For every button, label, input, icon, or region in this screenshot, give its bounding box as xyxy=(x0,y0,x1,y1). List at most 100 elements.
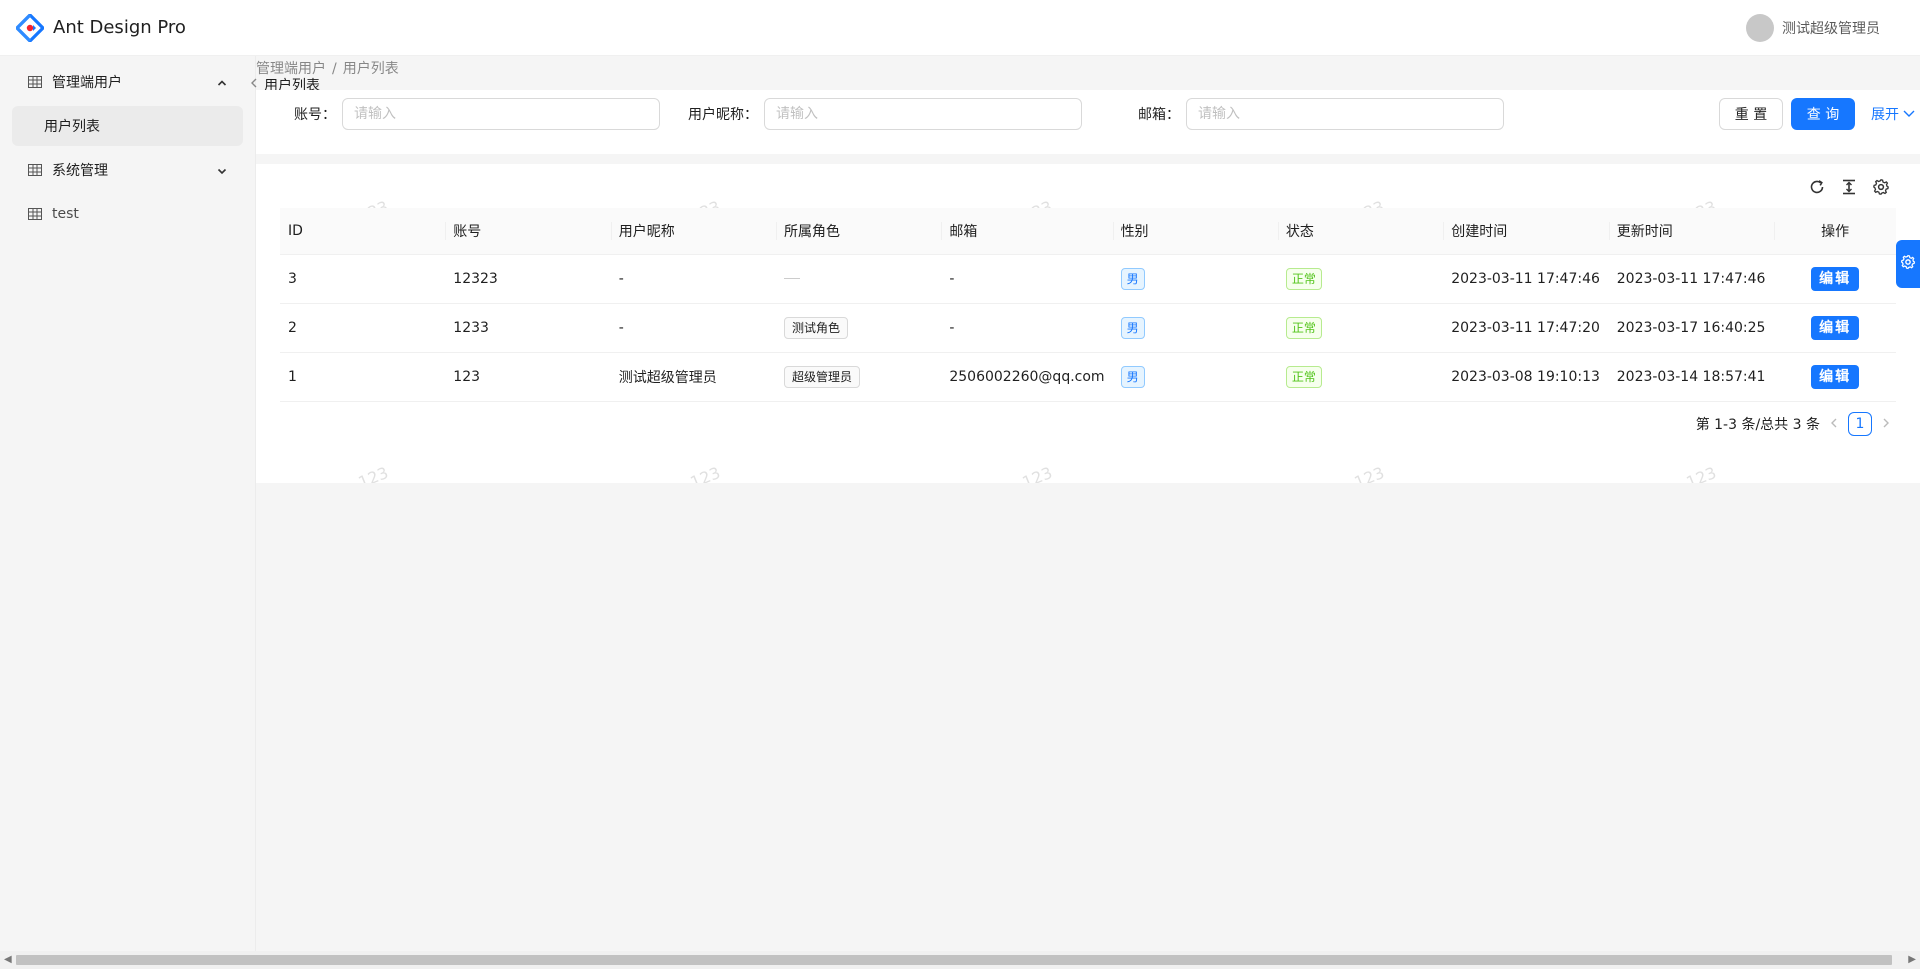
status-badge: 正常 xyxy=(1285,267,1322,290)
setting-icon[interactable] xyxy=(1872,178,1890,196)
horizontal-scrollbar[interactable]: ◀ ▶ xyxy=(0,951,1920,969)
watermark: 123 xyxy=(1019,462,1055,483)
email-search-field: 邮箱： xyxy=(1138,98,1504,130)
cell-gender: 男 xyxy=(1112,254,1278,304)
edit-button[interactable]: 编辑 xyxy=(1811,315,1860,340)
app-logo[interactable]: Ant Design Pro xyxy=(14,12,186,43)
sidebar-item-label: 用户列表 xyxy=(44,119,100,135)
user-menu[interactable]: 测试超级管理员 xyxy=(1746,14,1880,42)
expand-toggle[interactable]: 展开 xyxy=(1871,104,1915,124)
cell-updated: 2023-03-14 18:57:41 xyxy=(1608,352,1775,402)
cell-status: 正常 xyxy=(1277,254,1444,304)
cell-nickname: 测试超级管理员 xyxy=(610,352,776,402)
cell-account: 12323 xyxy=(445,254,611,304)
status-badge: 正常 xyxy=(1285,316,1322,339)
cell-email: - xyxy=(941,303,1113,353)
gender-tag: 男 xyxy=(1120,365,1145,388)
query-button[interactable]: 查 询 xyxy=(1791,98,1855,130)
cell-status: 正常 xyxy=(1277,352,1444,402)
role-tag: 超级管理员 xyxy=(784,365,861,388)
user-table: ID 账号 用户昵称 所属角色 邮箱 性别 状态 创建时间 更新时间 操作 3 … xyxy=(280,208,1896,402)
next-page-icon[interactable] xyxy=(1882,417,1890,431)
nickname-label: 用户昵称： xyxy=(688,107,758,123)
cell-id: 1 xyxy=(280,352,446,402)
cell-action: 编辑 xyxy=(1774,352,1896,402)
settings-drawer-handle[interactable] xyxy=(1896,240,1920,288)
table-toolbar xyxy=(1808,178,1890,196)
cell-email: - xyxy=(941,254,1113,304)
ant-design-logo-icon xyxy=(14,12,46,43)
edit-button[interactable]: 编辑 xyxy=(1811,364,1860,389)
column-header-nickname[interactable]: 用户昵称 xyxy=(610,208,776,255)
column-header-created[interactable]: 创建时间 xyxy=(1443,208,1609,255)
avatar[interactable] xyxy=(1746,14,1774,42)
nickname-search-field: 用户昵称： xyxy=(688,98,1082,130)
cell-status: 正常 xyxy=(1277,303,1444,353)
sidebar-item-admin-users[interactable]: 管理端用户 xyxy=(12,62,243,102)
column-header-status[interactable]: 状态 xyxy=(1277,208,1444,255)
table-card: 123 123 123 123 123 123 123 123 123 123 … xyxy=(256,164,1920,483)
cell-id: 3 xyxy=(280,254,446,304)
scrollbar-thumb[interactable] xyxy=(16,955,1892,965)
prev-page-icon[interactable] xyxy=(1830,417,1838,431)
reload-icon[interactable] xyxy=(1808,178,1826,196)
chevron-down-icon xyxy=(1903,106,1915,122)
email-input[interactable] xyxy=(1186,98,1504,130)
cell-action: 编辑 xyxy=(1774,254,1896,304)
sidebar-item-user-list[interactable]: 用户列表 xyxy=(12,106,243,146)
table-icon xyxy=(28,208,42,220)
role-tag: 测试角色 xyxy=(784,316,849,339)
cell-nickname: - xyxy=(610,303,776,353)
empty-role-placeholder xyxy=(784,278,800,279)
status-badge: 正常 xyxy=(1285,365,1322,388)
column-header-updated[interactable]: 更新时间 xyxy=(1608,208,1775,255)
cell-created: 2023-03-08 19:10:13 xyxy=(1443,352,1609,402)
table-icon xyxy=(28,76,42,88)
sidebar-item-label: 系统管理 xyxy=(52,163,108,179)
column-height-icon[interactable] xyxy=(1840,178,1858,196)
cell-action: 编辑 xyxy=(1774,303,1896,353)
reset-button[interactable]: 重 置 xyxy=(1719,98,1783,130)
cell-id: 2 xyxy=(280,303,446,353)
pagination: 第 1-3 条/总共 3 条 1 xyxy=(1696,412,1890,436)
chevron-up-icon xyxy=(217,76,227,92)
nickname-input[interactable] xyxy=(764,98,1082,130)
cell-role xyxy=(776,254,942,304)
column-header-account[interactable]: 账号 xyxy=(445,208,611,255)
column-header-role[interactable]: 所属角色 xyxy=(776,208,942,255)
search-form: 账号： 用户昵称： 邮箱： 重 置 查 询 展开 xyxy=(256,90,1920,154)
cell-gender: 男 xyxy=(1112,303,1278,353)
app-title: Ant Design Pro xyxy=(53,17,186,38)
cell-role: 超级管理员 xyxy=(776,352,942,402)
scroll-left-icon[interactable]: ◀ xyxy=(4,954,12,965)
top-header: Ant Design Pro 测试超级管理员 xyxy=(0,0,1920,56)
table-row: 2 1233 - 测试角色 - 男 正常 2023-03-11 17:47:20… xyxy=(280,303,1896,353)
column-header-gender[interactable]: 性别 xyxy=(1112,208,1278,255)
user-name: 测试超级管理员 xyxy=(1782,21,1880,37)
cell-updated: 2023-03-11 17:47:46 xyxy=(1608,254,1775,304)
cell-gender: 男 xyxy=(1112,352,1278,402)
column-header-action: 操作 xyxy=(1774,208,1896,255)
table-header-row: ID 账号 用户昵称 所属角色 邮箱 性别 状态 创建时间 更新时间 操作 xyxy=(280,208,1896,255)
gender-tag: 男 xyxy=(1120,316,1145,339)
sidebar-item-system-management[interactable]: 系统管理 xyxy=(12,150,243,190)
table-row: 1 123 测试超级管理员 超级管理员 2506002260@qq.com 男 … xyxy=(280,352,1896,402)
cell-email: 2506002260@qq.com xyxy=(941,352,1113,402)
edit-button[interactable]: 编辑 xyxy=(1811,266,1860,291)
email-label: 邮箱： xyxy=(1138,107,1180,123)
column-header-email[interactable]: 邮箱 xyxy=(941,208,1113,255)
page-number-button[interactable]: 1 xyxy=(1848,412,1872,436)
account-search-field: 账号： xyxy=(294,98,660,130)
sidebar-item-test[interactable]: test xyxy=(12,194,243,234)
scroll-right-icon[interactable]: ▶ xyxy=(1908,954,1916,965)
setting-icon xyxy=(1900,254,1916,274)
account-label: 账号： xyxy=(294,107,336,123)
chevron-left-icon[interactable] xyxy=(250,77,258,91)
chevron-down-icon xyxy=(217,164,227,180)
column-header-id[interactable]: ID xyxy=(280,208,446,255)
watermark: 123 xyxy=(687,462,723,483)
sidebar-item-label: 管理端用户 xyxy=(52,75,122,91)
cell-account: 1233 xyxy=(445,303,611,353)
account-input[interactable] xyxy=(342,98,660,130)
table-row: 3 12323 - - 男 正常 2023-03-11 17:47:46 202… xyxy=(280,254,1896,304)
